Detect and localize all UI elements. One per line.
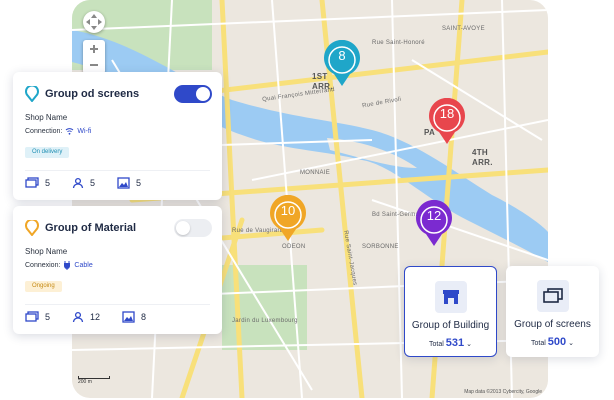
image-icon (122, 311, 135, 323)
toggle-knob (196, 87, 210, 101)
map-pin[interactable]: 10 (268, 194, 308, 243)
plug-icon (64, 261, 71, 270)
stat-value: 8 (141, 312, 147, 322)
screen-icon (25, 311, 39, 322)
total-value: 531 (445, 337, 465, 349)
shop-name: Shop Name (25, 113, 68, 122)
chevron-down-icon: ⌄ (568, 340, 574, 347)
connection-value: Cable (74, 262, 93, 269)
toggle-knob (176, 221, 190, 235)
group-building-card[interactable]: Group of Building Total 531 ⌄ (404, 266, 497, 357)
map-scale: 200 m (78, 376, 110, 385)
stat-value: 5 (136, 178, 142, 188)
card-title: Group of Material (45, 222, 137, 234)
district-label: ARR. (472, 158, 493, 167)
wifi-icon (66, 128, 74, 135)
pan-control[interactable] (83, 11, 105, 33)
district-label: SAINT-AVOYE (442, 26, 485, 32)
pin-count: 8 (338, 48, 346, 63)
status-badge: Ongoing (25, 281, 62, 292)
icon-box (434, 281, 467, 313)
group-screens-summary-card[interactable]: Group of screens Total 500 ⌄ (506, 266, 599, 357)
map-pin[interactable]: 12 (414, 199, 454, 248)
status-badge: On delivery (25, 147, 70, 158)
scale-text: 200 m (78, 379, 92, 385)
total-label: Total (531, 340, 546, 347)
user-icon (72, 177, 84, 189)
connection-label: Connection: (25, 127, 63, 135)
stat-users: 5 (72, 177, 95, 189)
stat-screens: 5 (25, 311, 50, 323)
stat-value: 5 (90, 178, 96, 188)
street-label: Jardin du Luxembourg (232, 318, 298, 324)
map-pin[interactable]: 18 (427, 97, 467, 146)
group-toggle[interactable] (174, 85, 212, 103)
app-stage: 1ST ARR. SAINT-AVOYE MONNAIE ODEON SORBO… (0, 0, 614, 400)
shop-name: Shop Name (25, 247, 68, 256)
screens-icon (542, 288, 563, 303)
move-icon (86, 14, 102, 30)
group-name: Group of Building (411, 320, 490, 331)
district-label: SORBONNE (362, 244, 399, 250)
connection-info: Connection: Wi-fi (25, 127, 91, 135)
zoom-control[interactable] (83, 40, 105, 74)
district-label: 4TH (472, 148, 489, 157)
stat-images: 8 (122, 311, 146, 323)
store-icon (442, 290, 459, 304)
connection-label: Connexion: (25, 262, 61, 269)
pin-count: 18 (439, 106, 455, 121)
icon-box (536, 280, 569, 312)
group-stats: 5 5 5 (25, 170, 210, 190)
pin-count: 10 (280, 203, 296, 218)
card-title: Group od screens (45, 88, 140, 100)
zoom-icon (90, 45, 98, 66)
group-total[interactable]: Total 500 ⌄ (506, 336, 599, 348)
group-name: Group of screens (514, 319, 591, 330)
group-toggle[interactable] (174, 219, 212, 237)
connection-value: Wi-fi (77, 127, 92, 135)
total-value: 500 (547, 336, 567, 348)
group-stats: 5 12 8 (25, 304, 210, 324)
stat-value: 12 (90, 312, 101, 322)
group-total[interactable]: Total 531 ⌄ (405, 337, 496, 349)
chevron-down-icon: ⌄ (466, 341, 472, 348)
pin-count: 12 (426, 208, 442, 223)
image-icon (117, 177, 130, 189)
location-pin-icon (25, 86, 39, 102)
user-icon (72, 311, 84, 323)
street-label: Rue Saint-Honoré (372, 40, 425, 46)
connection-info: Connexion: Cable (25, 261, 93, 270)
group-material-card[interactable]: Group of Material Shop Name Connexion: C… (13, 206, 222, 334)
stat-images: 5 (117, 177, 141, 189)
district-label: MONNAIE (300, 170, 331, 176)
stat-value: 5 (45, 312, 51, 322)
map-pin[interactable]: 8 (322, 39, 362, 88)
group-screens-card[interactable]: Group od screens Shop Name Connection: W… (13, 72, 222, 200)
district-label: ODEON (282, 244, 306, 250)
location-pin-icon (25, 220, 39, 236)
map-copyright: Map data ©2013 Cybercity, Google (464, 389, 542, 395)
screen-icon (25, 177, 39, 188)
stat-value: 5 (45, 178, 51, 188)
total-label: Total (429, 341, 444, 348)
stat-screens: 5 (25, 177, 50, 189)
stat-users: 12 (72, 311, 100, 323)
